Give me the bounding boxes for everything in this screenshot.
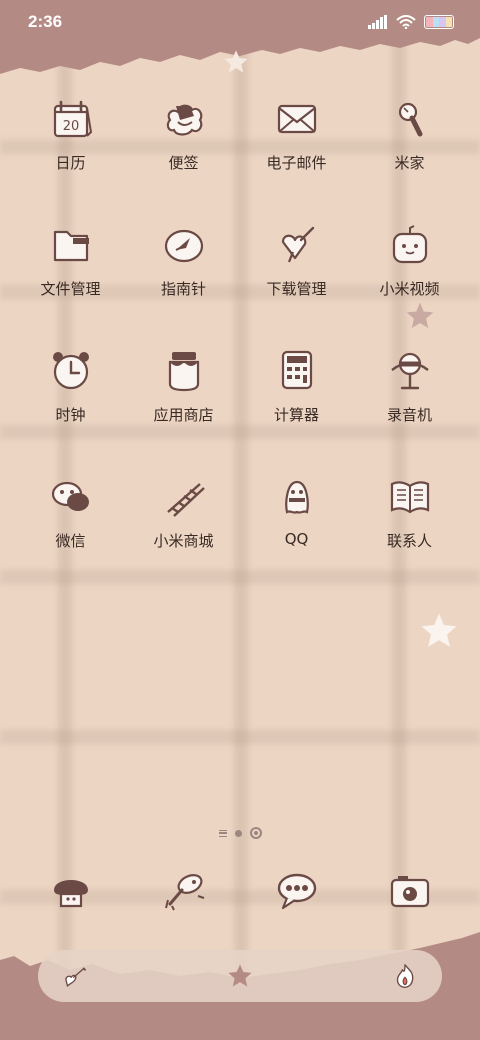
calendar-app[interactable]: 20 日历 (14, 88, 127, 214)
messages-app[interactable] (240, 866, 353, 914)
app-store-icon (168, 352, 199, 392)
browser-icon (164, 874, 204, 911)
video-icon (392, 225, 427, 264)
compass-icon (164, 229, 203, 263)
calculator-app[interactable]: 计算器 (240, 340, 353, 466)
wifi-icon (396, 15, 416, 29)
app-grid: 20 日历 便签 电子邮件 米家 文件管理 指南针 下载管理 小米视频 时钟 应用… (14, 88, 466, 592)
calendar-icon: 20 (53, 100, 92, 138)
page-dot (234, 829, 242, 837)
page-indicator[interactable] (0, 827, 480, 839)
star-icon[interactable] (226, 962, 254, 990)
wechat-app[interactable]: 微信 (14, 466, 127, 592)
download-app[interactable]: 下载管理 (240, 214, 353, 340)
status-bar: 2:36 (0, 0, 480, 44)
clock-icon (52, 352, 89, 390)
download-icon (281, 226, 314, 263)
mijia-icon (398, 102, 422, 137)
qq-app[interactable]: QQ (240, 466, 353, 592)
notes-app[interactable]: 便签 (127, 88, 240, 214)
notes-icon (166, 104, 202, 136)
app-label: 小米商城 (153, 532, 214, 550)
app-label: 时钟 (55, 406, 86, 424)
signal-icon (368, 15, 387, 29)
phone-icon (53, 880, 88, 908)
app-label: QQ (284, 530, 309, 548)
recorder-app[interactable]: 录音机 (353, 340, 466, 466)
folder-app[interactable]: 文件管理 (14, 214, 127, 340)
app-label: 日历 (55, 154, 86, 172)
page-indicator-menu-icon (218, 829, 227, 837)
app-store-app[interactable]: 应用商店 (127, 340, 240, 466)
app-label: 米家 (394, 154, 425, 172)
battery-segment (445, 17, 452, 27)
app-label: 便签 (168, 154, 199, 172)
mi-store-icon (166, 483, 205, 517)
app-label: 文件管理 (40, 280, 101, 298)
svg-text:20: 20 (62, 119, 79, 134)
app-label: 应用商店 (153, 406, 214, 424)
app-label: 微信 (55, 532, 86, 550)
app-label: 下载管理 (266, 280, 327, 298)
camera-app[interactable] (353, 866, 466, 914)
flame-icon[interactable] (390, 961, 420, 991)
video-app[interactable]: 小米视频 (353, 214, 466, 340)
app-label: 电子邮件 (266, 154, 327, 172)
clock-app[interactable]: 时钟 (14, 340, 127, 466)
recorder-icon (390, 352, 429, 390)
mail-icon (277, 104, 316, 134)
app-label: 录音机 (386, 406, 432, 424)
battery-icon (424, 15, 454, 29)
star-decoration-icon (421, 613, 457, 647)
mail-app[interactable]: 电子邮件 (240, 88, 353, 214)
status-icons (368, 15, 454, 29)
mi-store-app[interactable]: 小米商城 (127, 466, 240, 592)
pen-icon[interactable] (60, 961, 90, 991)
app-label: 联系人 (386, 532, 432, 550)
folder-icon (53, 230, 89, 262)
app-label: 小米视频 (379, 280, 440, 298)
contacts-icon (390, 481, 429, 514)
mijia-app[interactable]: 米家 (353, 88, 466, 214)
wechat-icon (51, 481, 89, 511)
star-decoration-icon (224, 50, 248, 73)
dock (14, 866, 466, 914)
messages-icon (277, 873, 316, 910)
page-dot-active (249, 827, 262, 839)
contacts-app[interactable]: 联系人 (353, 466, 466, 592)
compass-app[interactable]: 指南针 (127, 214, 240, 340)
app-label: 指南针 (160, 280, 206, 298)
browser-app[interactable] (127, 866, 240, 914)
calculator-icon (281, 350, 312, 390)
search-bar[interactable] (38, 950, 442, 1002)
camera-icon (390, 876, 429, 908)
status-time: 2:36 (28, 12, 63, 31)
qq-icon (284, 480, 309, 514)
app-label: 计算器 (273, 406, 319, 424)
phone-app[interactable] (14, 866, 127, 914)
